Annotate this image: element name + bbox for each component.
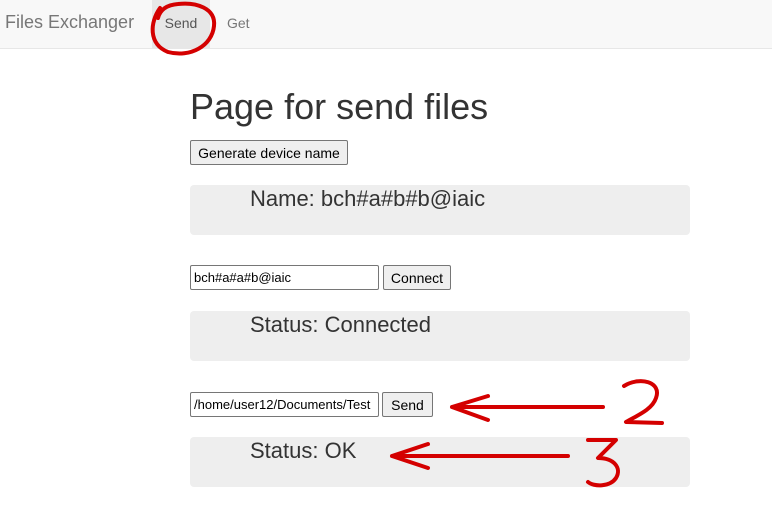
connect-button[interactable]: Connect — [383, 265, 451, 290]
digit-2-annotation — [622, 379, 664, 425]
nav-get-link[interactable]: Get — [227, 15, 250, 31]
send-status-text: Status: OK — [250, 438, 357, 463]
navbar: Files Exchanger Send Get — [0, 0, 772, 49]
device-name-input[interactable] — [190, 265, 379, 290]
page-title: Page for send files — [190, 86, 489, 127]
connection-status-text: Status: Connected — [250, 312, 432, 337]
device-name-text: Name: bch#a#b#b@iaic — [250, 186, 486, 211]
send-file-button[interactable]: Send — [382, 392, 433, 417]
generate-device-name-button[interactable]: Generate device name — [190, 140, 348, 165]
nav-send-link[interactable]: Send — [152, 0, 210, 48]
send-status-panel: Status: OK — [190, 437, 690, 487]
file-path-input[interactable] — [190, 392, 379, 417]
brand-link[interactable]: Files Exchanger — [5, 12, 134, 33]
device-name-panel: Name: bch#a#b#b@iaic — [190, 185, 690, 235]
connection-status-panel: Status: Connected — [190, 311, 690, 361]
arrow-annotation-2 — [450, 394, 605, 422]
